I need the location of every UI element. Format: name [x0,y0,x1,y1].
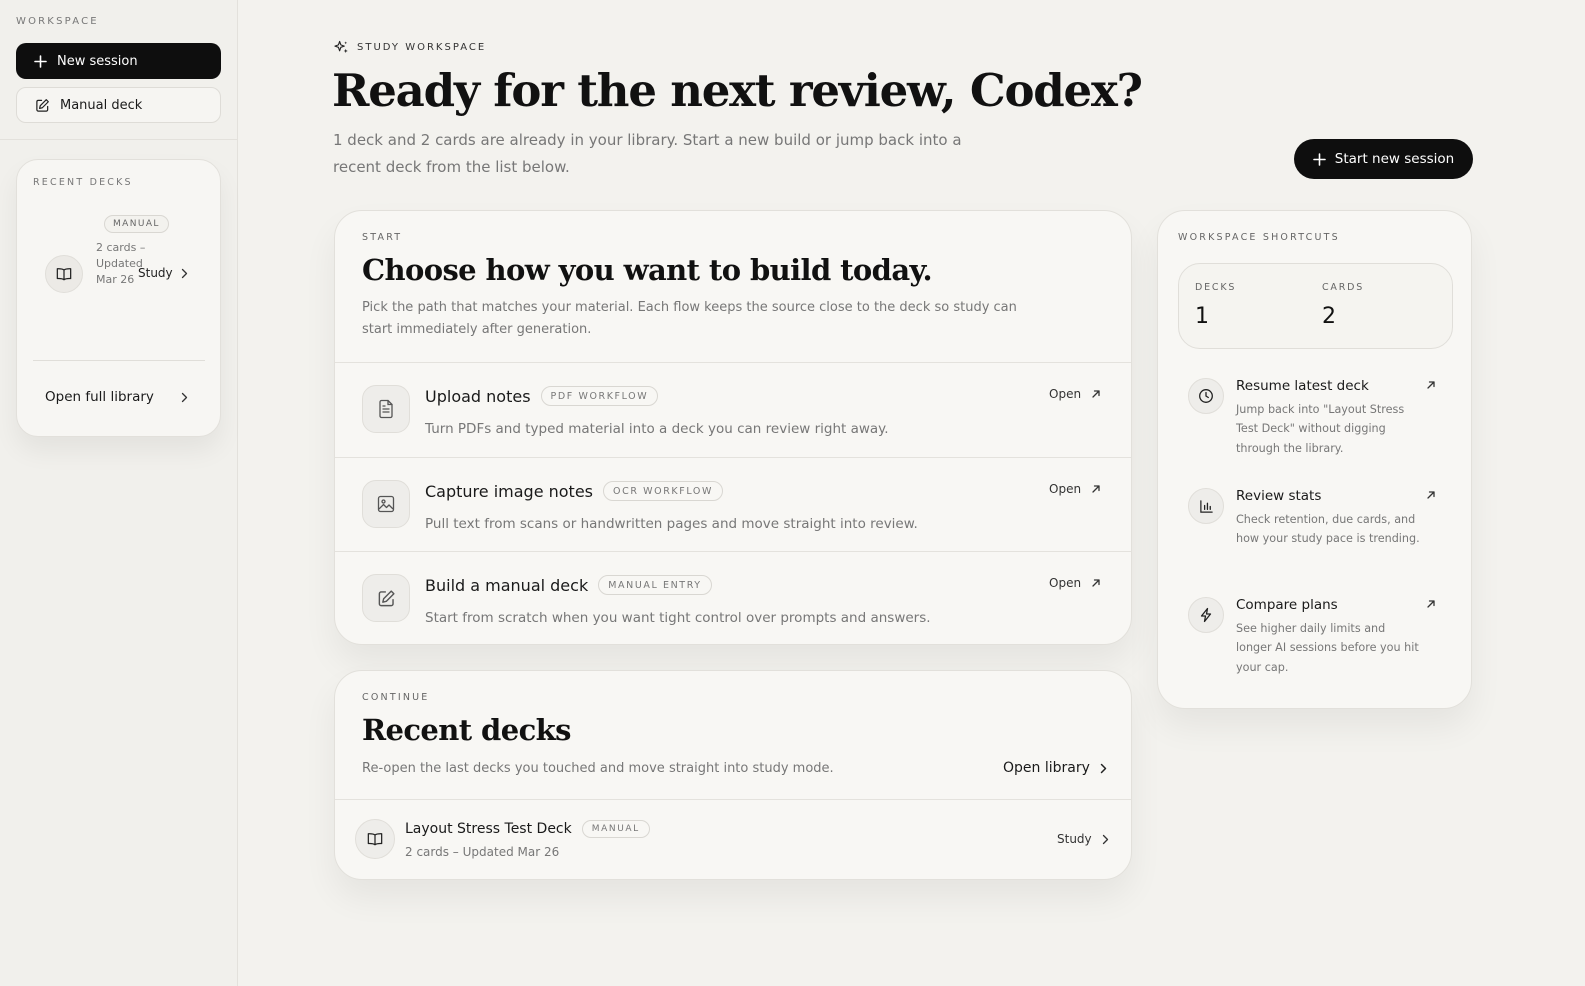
shortcut-title: Compare plans [1236,597,1338,613]
sidebar-divider [0,139,238,140]
chevron-right-icon [181,268,187,278]
deck-row-header[interactable]: Layout Stress Test Deck MANUAL [405,820,650,838]
open-full-library-link[interactable]: Open full library [45,389,154,405]
workspace-eyebrow-text: STUDY WORKSPACE [357,42,487,53]
image-icon [362,480,410,528]
study-deck-link[interactable]: Study [1057,832,1109,846]
arrow-up-right-icon [1092,579,1100,587]
bar-chart-icon [1188,488,1224,524]
row-divider [335,799,1131,800]
deck-type-badge: MANUAL [581,820,650,838]
arrow-up-right-icon [1427,491,1435,499]
flow-title-row: Upload notes PDF WORKFLOW [425,386,659,406]
flow-description: Turn PDFs and typed material into a deck… [425,421,889,437]
flow-description: Start from scratch when you want tight c… [425,610,931,626]
plus-icon [34,54,47,68]
deck-meta: 2 cards – Updated Mar 26 [405,845,560,859]
stat-label-decks: DECKS [1195,282,1237,293]
shortcut-compare-plans[interactable]: Compare plans See higher daily limits an… [1188,597,1448,677]
flow-capture-image-notes[interactable]: Capture image notes OCR WORKFLOW Pull te… [335,458,1131,552]
deck-title: Layout Stress Test Deck [405,821,572,837]
sparkles-icon [334,40,348,54]
manual-deck-button[interactable]: Manual deck [16,87,221,123]
open-label: Open [1049,387,1082,401]
sidebar-section-label: WORKSPACE [16,16,99,27]
stat-value-cards: 2 [1322,304,1336,329]
stats-box: DECKS 1 CARDS 2 [1178,263,1453,349]
stat-value-decks: 1 [1195,304,1209,329]
workflow-badge: OCR WORKFLOW [603,481,723,501]
open-capture-image-notes-link[interactable]: Open [1049,482,1101,496]
shortcut-review-stats[interactable]: Review stats Check retention, due cards,… [1188,488,1448,568]
workflow-badge: MANUAL ENTRY [598,575,712,595]
workspace-eyebrow: STUDY WORKSPACE [334,40,486,55]
build-subtitle: Pick the path that matches your material… [362,300,1017,337]
chevron-right-icon [1100,763,1107,773]
manual-deck-label: Manual deck [60,97,143,113]
flow-title: Upload notes [425,386,531,406]
edit-icon [36,98,49,112]
open-library-label: Open library [1003,760,1090,776]
build-options-card: START Choose how you want to build today… [334,210,1132,645]
shortcut-title: Review stats [1236,488,1322,504]
new-session-label: New session [57,53,138,69]
flow-title-row: Capture image notes OCR WORKFLOW [425,481,723,501]
open-upload-notes-link[interactable]: Open [1049,387,1101,401]
shortcut-description: Check retention, due cards, and how your… [1236,513,1420,546]
edit-icon [362,574,410,622]
continue-eyebrow: CONTINUE [362,692,430,703]
shortcut-resume-latest-deck[interactable]: Resume latest deck Jump back into "Layou… [1188,378,1448,458]
arrow-up-right-icon [1092,390,1100,398]
lightning-icon [1188,597,1224,633]
workflow-badge: PDF WORKFLOW [540,386,659,406]
open-build-manual-deck-link[interactable]: Open [1049,576,1101,590]
new-session-button[interactable]: New session [16,43,221,79]
continue-title: Recent decks [362,713,571,747]
build-title: Choose how you want to build today. [362,253,933,287]
flow-upload-notes[interactable]: Upload notes PDF WORKFLOW Turn PDFs and … [335,363,1131,457]
flow-title-row: Build a manual deck MANUAL ENTRY [425,575,712,595]
shortcut-description: See higher daily limits and longer AI se… [1236,622,1419,674]
recent-decks-divider [33,360,205,361]
recent-decks-card: RECENT DECKS MANUAL 2 cards – Updated Ma… [16,159,221,437]
arrow-up-right-icon [1427,381,1435,389]
sidebar: WORKSPACE New session Manual deck RECENT… [0,0,238,986]
continue-card: CONTINUE Recent decks Re-open the last d… [334,670,1132,880]
clock-icon [1188,378,1224,414]
flow-title: Capture image notes [425,481,594,501]
stat-label-cards: CARDS [1322,282,1365,293]
build-eyebrow: START [362,232,403,243]
flow-build-manual-deck[interactable]: Build a manual deck MANUAL ENTRY Start f… [335,552,1131,644]
book-icon [355,819,395,859]
page-subtitle: 1 deck and 2 cards are already in your l… [333,131,962,176]
flow-description: Pull text from scans or handwritten page… [425,516,918,532]
study-label: Study [138,266,173,280]
study-label: Study [1057,832,1092,846]
continue-subtitle: Re-open the last decks you touched and m… [362,761,834,776]
study-deck-link[interactable]: Study [138,266,188,280]
flow-title: Build a manual deck [425,575,589,595]
open-label: Open [1049,482,1082,496]
open-library-link[interactable]: Open library [1003,760,1107,776]
chevron-right-icon [1102,834,1108,844]
shortcut-description: Jump back into "Layout Stress Test Deck"… [1236,403,1405,455]
open-label: Open [1049,576,1082,590]
recent-decks-label: RECENT DECKS [33,177,133,188]
shortcut-title: Resume latest deck [1236,378,1369,394]
start-new-session-button[interactable]: Start new session [1294,139,1473,179]
start-new-session-label: Start new session [1334,151,1455,167]
shortcuts-label: WORKSPACE SHORTCUTS [1178,232,1340,243]
deck-type-badge: MANUAL [104,215,169,233]
book-icon [45,255,83,293]
chevron-right-icon [181,392,188,403]
arrow-up-right-icon [1092,485,1100,493]
arrow-up-right-icon [1427,600,1435,608]
plus-icon [1312,152,1326,166]
workspace-shortcuts-card: WORKSPACE SHORTCUTS DECKS 1 CARDS 2 Resu… [1157,210,1472,709]
document-icon [362,385,410,433]
page-title: Ready for the next review, Codex? [332,64,1143,117]
deck-meta: 2 cards – Updated Mar 26 [96,241,146,286]
